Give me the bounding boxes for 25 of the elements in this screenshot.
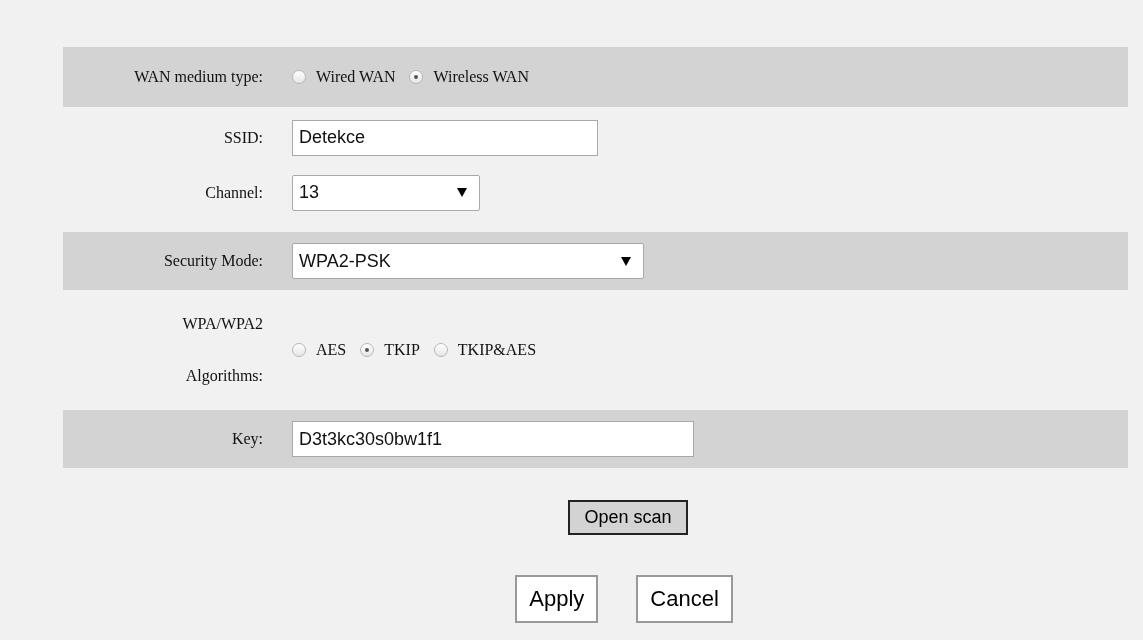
- text-field[interactable]: D3t3kc30s0bw1f1: [292, 421, 694, 457]
- radio-label: TKIP: [384, 341, 420, 359]
- action-button[interactable]: Apply: [515, 575, 599, 623]
- radio-label: Wired WAN: [316, 68, 396, 86]
- radio-label: AES: [316, 341, 347, 359]
- open-scan-button[interactable]: Open scan: [568, 500, 688, 535]
- field-label: Security Mode:: [163, 252, 263, 270]
- field-label: WAN medium type:: [134, 68, 263, 86]
- radio-label: TKIP&AES: [457, 341, 537, 359]
- text-field[interactable]: Detekce: [292, 119, 598, 156]
- dropdown[interactable]: 13: [292, 174, 480, 211]
- field-label: WPA/WPA2 Algorithms:: [181, 314, 263, 387]
- radio-button[interactable]: [292, 343, 306, 357]
- dropdown[interactable]: WPA2-PSK: [292, 243, 644, 279]
- field-label: Key:: [231, 430, 263, 448]
- radio-button[interactable]: [360, 343, 375, 357]
- radio-button[interactable]: [292, 70, 306, 84]
- field-label: Channel:: [205, 183, 263, 202]
- caret-icon: [457, 188, 467, 197]
- radio-button[interactable]: [409, 70, 424, 84]
- action-button[interactable]: Cancel: [636, 575, 733, 623]
- radio-button[interactable]: [433, 343, 448, 357]
- radio-label: Wireless WAN: [433, 68, 529, 86]
- caret-icon: [621, 256, 631, 266]
- field-label: SSID:: [223, 128, 263, 147]
